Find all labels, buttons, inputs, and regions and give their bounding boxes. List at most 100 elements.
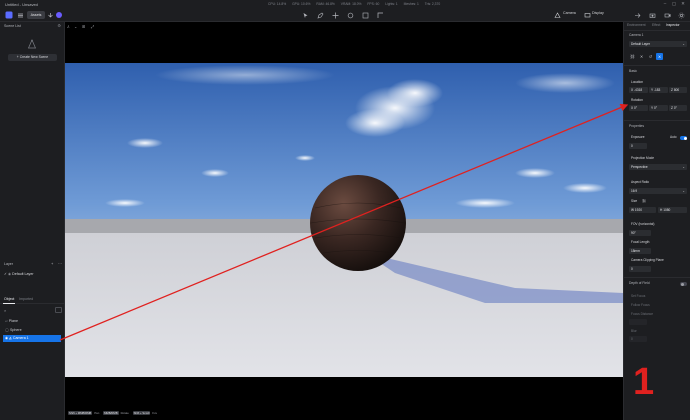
exposure-field[interactable]: 0	[629, 143, 647, 149]
hint-key: Shift + MMB/RMB	[68, 411, 93, 415]
render-icon[interactable]	[648, 11, 656, 19]
location-y-field[interactable]: Y -183	[649, 87, 668, 93]
top-bar: Untitled - Unsaved CPU: 14.8% GPU: 10.6%…	[0, 0, 690, 22]
move-tool-icon[interactable]	[331, 11, 339, 19]
scene-list-title: Scene List	[4, 24, 21, 28]
reset-icon[interactable]: ↺	[647, 53, 654, 60]
aspect-select[interactable]: 16:9 ⌄	[629, 188, 687, 194]
app-logo-icon[interactable]	[5, 11, 13, 19]
sphere-object[interactable]	[310, 175, 406, 271]
settings-icon[interactable]	[677, 11, 685, 19]
layer-select[interactable]: Default Layer ⌄	[629, 41, 687, 47]
ai-assistant-icon[interactable]	[56, 12, 62, 18]
rotation-x-field[interactable]: X 0°	[629, 105, 648, 111]
stat-cpu: CPU: 14.8%	[268, 2, 287, 6]
window-title: Untitled - Unsaved	[5, 2, 38, 7]
assets-button[interactable]: Assets	[27, 11, 45, 19]
projection-label: Projection Mode	[631, 156, 655, 160]
tab-imported[interactable]: Imported	[19, 297, 33, 301]
close-icon[interactable]: ✕	[679, 1, 687, 7]
create-new-scene-label: Create New Scene	[19, 55, 49, 59]
create-new-scene-button[interactable]: + Create New Scene	[8, 54, 57, 61]
axis-gizmo-icon[interactable]: ⅄	[67, 24, 69, 29]
minimize-icon[interactable]: –	[661, 1, 669, 6]
rotate-tool-icon[interactable]	[346, 11, 354, 19]
tab-inspector[interactable]: Inspector	[666, 23, 680, 27]
focus-distance-field[interactable]	[629, 319, 647, 325]
list-item-sphere[interactable]: ◯ Sphere	[5, 327, 63, 334]
stats-readout: CPU: 14.8% GPU: 10.6% RAM: 46.8% VRAM: 1…	[268, 2, 445, 6]
add-layer-icon[interactable]: +	[51, 261, 53, 266]
layer-menu-icon[interactable]: ⋯	[58, 261, 62, 266]
depth-of-field-toggle[interactable]	[680, 282, 687, 286]
list-item-label: Plane	[8, 319, 18, 323]
stat-lights: Lights: 1	[385, 2, 398, 6]
maximize-icon[interactable]: ▢	[670, 1, 678, 7]
rotation-z-field[interactable]: Z 0°	[669, 105, 687, 111]
stat-meshes: Meshes: 1	[403, 2, 419, 6]
exposure-label: Exposure	[631, 135, 645, 139]
chevron-down-icon[interactable]: ⌄	[74, 24, 77, 29]
projection-select-value: Perspective	[631, 165, 648, 169]
link-icon[interactable]: ⛓	[629, 53, 636, 60]
scale-tool-icon[interactable]	[361, 11, 369, 19]
stat-gpu: GPU: 10.6%	[292, 2, 311, 6]
location-z-field[interactable]: Z 800	[669, 87, 687, 93]
hint-key: MMB/RMB	[103, 411, 119, 415]
grid-icon[interactable]: ⊞	[82, 24, 85, 29]
list-item-plane[interactable]: ▱ Plane	[5, 318, 63, 325]
clipping-field[interactable]: 0	[629, 266, 651, 272]
list-item-camera-1[interactable]: ◉ ◭ Camera 1	[3, 335, 61, 342]
tab-effect[interactable]: Effect	[652, 23, 660, 27]
fov-field[interactable]: 90°	[629, 230, 651, 236]
camera-mode-icon[interactable]: ⨯	[656, 53, 663, 60]
camera-name: Camera 1	[629, 33, 644, 37]
share-icon[interactable]	[633, 11, 641, 19]
scene-render[interactable]	[65, 63, 623, 377]
location-x-field[interactable]: X -4318	[629, 87, 648, 93]
exposure-auto-label: Auto	[670, 135, 677, 139]
import-icon[interactable]	[46, 11, 54, 19]
shortcut-hints: Shift + MMB/RMB Pan MMB/RMB Rotate Shift +…	[68, 411, 160, 415]
scene-list-settings-icon[interactable]: ⚙	[57, 23, 61, 28]
link-ratio-icon[interactable]: ⛓	[642, 199, 646, 203]
focus-distance-label: Focus Distance	[631, 312, 653, 316]
display-dropdown[interactable]: Display	[592, 11, 604, 15]
video-icon[interactable]	[663, 11, 671, 19]
layer-item-default[interactable]: ✓ ◉ Default Layer	[4, 272, 34, 276]
rotation-y-field[interactable]: Y 0°	[649, 105, 668, 111]
transform-icon[interactable]: ✕	[638, 53, 645, 60]
size-h-field[interactable]: H 1080	[658, 207, 687, 213]
pen-tool-icon[interactable]	[316, 11, 324, 19]
aspect-select-value: 16:9	[631, 189, 638, 193]
snap-tool-icon[interactable]	[376, 11, 384, 19]
filter-toggle[interactable]	[55, 307, 62, 313]
camera-dropdown[interactable]: Camera	[563, 11, 576, 15]
rotation-label: Rotation	[631, 98, 643, 102]
menu-icon[interactable]	[16, 11, 24, 19]
size-label: Size	[631, 199, 638, 203]
left-panel: Scene List ⚙ + Create New Scene Layer + …	[0, 22, 65, 420]
viewport[interactable]: ⅄ ⌄ ⊞ ⤢ Shift + MMB/RMB Pan MMB/RMB Rota…	[65, 22, 623, 420]
size-w-field[interactable]: W 1920	[629, 207, 656, 213]
section-properties: Properties	[629, 124, 645, 128]
tab-environment[interactable]: Environment	[627, 23, 646, 27]
list-item-label: Sphere	[10, 328, 22, 332]
blur-field[interactable]: 0	[629, 336, 647, 342]
hint-key: Shift + Scroll	[132, 411, 151, 415]
hint-text: Fov	[152, 411, 158, 415]
search-icon[interactable]: ⌕	[4, 308, 6, 313]
title-row: Untitled - Unsaved CPU: 14.8% GPU: 10.6%…	[0, 0, 690, 9]
fullscreen-icon[interactable]: ⤢	[91, 24, 94, 29]
blur-label: Blur	[631, 329, 637, 333]
select-tool-icon[interactable]	[301, 11, 309, 19]
active-tab-indicator	[3, 303, 15, 304]
chevron-down-icon: ⌄	[682, 165, 685, 169]
fov-label: FOV (horizontal)	[631, 222, 655, 226]
exposure-auto-toggle[interactable]	[680, 136, 687, 140]
focal-length-field[interactable]: 18mm	[629, 248, 651, 254]
tab-object[interactable]: Object	[4, 297, 14, 301]
layer-select-value: Default Layer	[631, 42, 650, 46]
projection-select[interactable]: Perspective ⌄	[629, 164, 687, 170]
viewport-letterbox-top: ⅄ ⌄ ⊞ ⤢	[65, 22, 623, 63]
